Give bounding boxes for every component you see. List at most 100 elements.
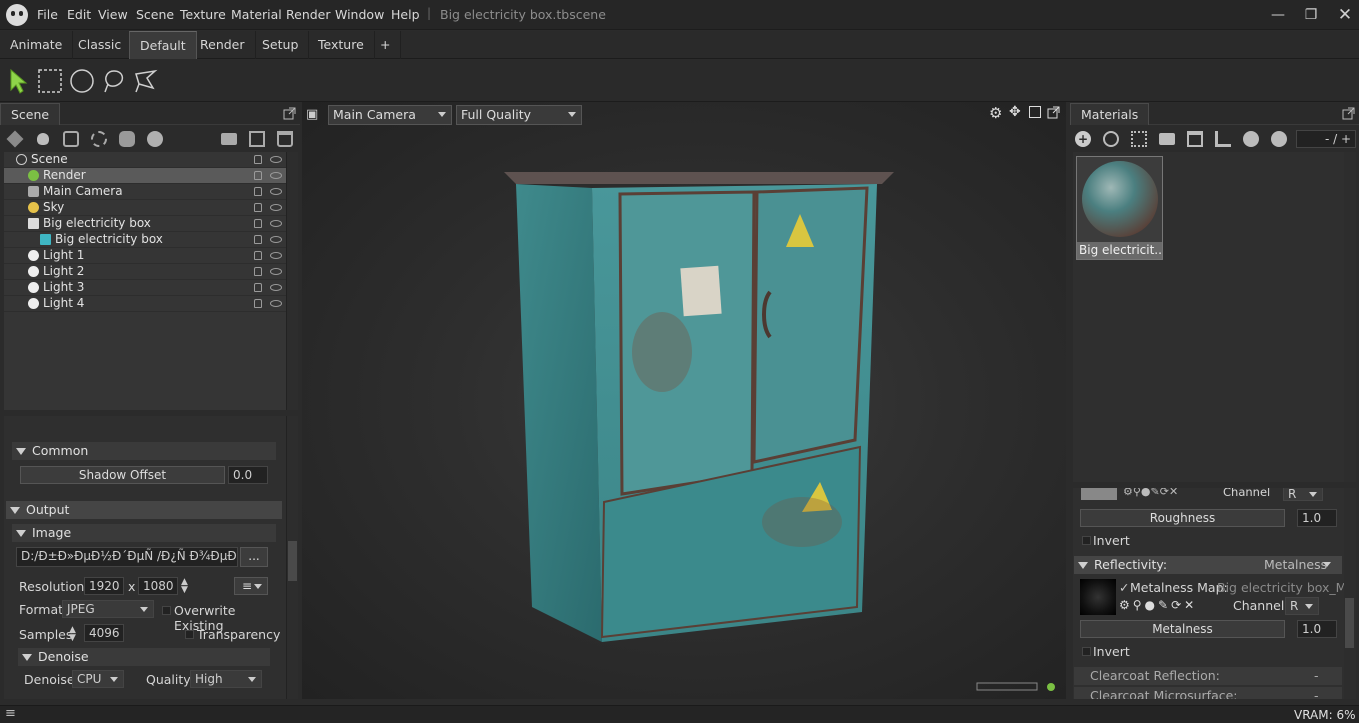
menu-scene[interactable]: Scene bbox=[136, 7, 174, 22]
format-dropdown[interactable]: JPEG bbox=[62, 600, 154, 618]
transparency-checkbox[interactable] bbox=[185, 630, 194, 639]
metalness-field[interactable]: 1.0 bbox=[1297, 620, 1337, 638]
lock-icon[interactable] bbox=[254, 299, 262, 308]
menu-render[interactable]: Render bbox=[286, 7, 331, 22]
tab-default[interactable]: Default bbox=[129, 31, 197, 59]
materials-title[interactable]: Materials bbox=[1070, 103, 1150, 125]
roughness-slider[interactable]: Roughness bbox=[1080, 509, 1285, 527]
eye-icon[interactable] bbox=[270, 284, 282, 291]
menu-material[interactable]: Material bbox=[231, 7, 282, 22]
duplicate-icon[interactable] bbox=[249, 131, 265, 147]
eye-icon[interactable] bbox=[270, 220, 282, 227]
material-thumbnail[interactable]: Big electricit... bbox=[1076, 156, 1163, 260]
rect-select-icon[interactable] bbox=[37, 68, 63, 94]
reflectivity-mode-dropdown[interactable]: Metalness bbox=[1264, 556, 1336, 574]
map-tools-icon[interactable]: ⚙⚲●✎⟳✕ bbox=[1123, 488, 1178, 498]
add-shape-icon[interactable] bbox=[119, 131, 135, 147]
eye-icon[interactable] bbox=[270, 252, 282, 259]
invert-checkbox-2[interactable] bbox=[1082, 647, 1091, 656]
menu-window[interactable]: Window bbox=[335, 7, 384, 22]
polygon-select-icon[interactable] bbox=[133, 68, 159, 94]
section-denoise[interactable]: Denoise bbox=[18, 648, 270, 666]
minimize-icon[interactable]: — bbox=[1263, 4, 1293, 26]
samples-field[interactable]: 4096 bbox=[84, 624, 124, 642]
lock-icon[interactable] bbox=[254, 267, 262, 276]
scroll-thumb[interactable] bbox=[288, 541, 297, 581]
lasso-select-icon[interactable] bbox=[101, 68, 127, 94]
tab-setup[interactable]: Setup bbox=[252, 31, 310, 59]
popout-icon[interactable] bbox=[1342, 107, 1355, 120]
tree-row-main-camera[interactable]: Main Camera bbox=[4, 184, 286, 200]
section-clearcoat-reflection[interactable]: Clearcoat Reflection: - bbox=[1074, 667, 1342, 685]
tab-classic[interactable]: Classic bbox=[68, 31, 133, 59]
material-counter[interactable]: - / + bbox=[1296, 130, 1356, 148]
properties-scrollbar[interactable] bbox=[286, 416, 298, 699]
section-clearcoat-microsurface[interactable]: Clearcoat Microsurface: - bbox=[1074, 687, 1342, 699]
ellipse-select-icon[interactable] bbox=[69, 68, 95, 94]
eye-icon[interactable] bbox=[270, 236, 282, 243]
add-material-icon[interactable]: + bbox=[1075, 131, 1091, 147]
eye-icon[interactable] bbox=[270, 188, 282, 195]
frame-icon[interactable] bbox=[1029, 106, 1041, 118]
resolution-preset-dropdown[interactable]: ≡ bbox=[234, 577, 268, 595]
resolution-stepper-icon[interactable]: ▲ ▼ bbox=[181, 578, 188, 595]
shadow-offset-slider[interactable]: Shadow Offset bbox=[20, 466, 225, 484]
output-path-field[interactable]: D:/Ð±Ð»ÐµÐ½Ð´ÐµÑ /Ð¿Ñ Ð¾ÐµÐºÑ bbox=[16, 547, 238, 567]
tree-row-light-2[interactable]: Light 2 bbox=[4, 264, 286, 280]
lock-icon[interactable] bbox=[254, 235, 262, 244]
app-logo-icon[interactable] bbox=[6, 4, 28, 26]
add-material-icon[interactable] bbox=[147, 131, 163, 147]
eye-icon[interactable] bbox=[270, 204, 282, 211]
roughness-map-thumb[interactable] bbox=[1081, 488, 1117, 500]
samples-stepper-icon[interactable]: ▲ ▼ bbox=[69, 626, 76, 643]
scroll-thumb[interactable] bbox=[1345, 598, 1354, 648]
map-tools-icon[interactable]: ⚙⚲●✎⟳✕ bbox=[1119, 598, 1197, 612]
export-icon[interactable] bbox=[1271, 131, 1287, 147]
tree-row-render[interactable]: Render bbox=[4, 168, 286, 184]
folder-icon[interactable] bbox=[221, 133, 237, 145]
channel-dropdown-top[interactable]: R bbox=[1283, 488, 1323, 501]
duplicate-material-icon[interactable] bbox=[1103, 131, 1119, 147]
eye-icon[interactable] bbox=[270, 156, 282, 163]
select-arrow-icon[interactable] bbox=[6, 68, 32, 94]
delete-icon[interactable] bbox=[277, 131, 293, 147]
tab-add[interactable]: + bbox=[370, 31, 402, 59]
checker-icon[interactable] bbox=[1131, 131, 1147, 147]
menu-texture[interactable]: Texture bbox=[180, 7, 226, 22]
lock-icon[interactable] bbox=[254, 155, 262, 164]
add-object-icon[interactable] bbox=[6, 130, 24, 148]
popout-icon[interactable] bbox=[283, 107, 296, 120]
tree-row-light-3[interactable]: Light 3 bbox=[4, 280, 286, 296]
properties-scrollbar-right[interactable] bbox=[1344, 488, 1356, 699]
eye-icon[interactable] bbox=[270, 268, 282, 275]
tree-row-sky[interactable]: Sky bbox=[4, 200, 286, 216]
tree-row-mesh[interactable]: Big electricity box bbox=[4, 216, 286, 232]
scene-tree-scrollbar[interactable] bbox=[286, 152, 298, 410]
section-reflectivity[interactable]: Reflectivity: Metalness bbox=[1074, 556, 1342, 574]
apply-icon[interactable] bbox=[1243, 131, 1259, 147]
move-icon[interactable]: ✥ bbox=[1009, 104, 1021, 120]
section-common[interactable]: Common bbox=[12, 442, 276, 460]
lock-icon[interactable] bbox=[254, 219, 262, 228]
lock-icon[interactable] bbox=[254, 283, 262, 292]
menu-file[interactable]: File bbox=[37, 7, 58, 22]
add-sky-icon[interactable] bbox=[91, 131, 107, 147]
metalness-slider[interactable]: Metalness bbox=[1080, 620, 1285, 638]
camera-icon[interactable]: ▣ bbox=[306, 105, 326, 125]
3d-viewport[interactable] bbox=[302, 102, 1066, 699]
shadow-offset-field[interactable]: 0.0 bbox=[228, 466, 268, 484]
overwrite-checkbox[interactable] bbox=[162, 606, 171, 615]
channel-dropdown[interactable]: R bbox=[1285, 597, 1319, 615]
lock-icon[interactable] bbox=[254, 171, 262, 180]
lock-icon[interactable] bbox=[254, 251, 262, 260]
tree-row-scene[interactable]: Scene bbox=[4, 152, 286, 168]
log-menu-icon[interactable]: ≡ bbox=[5, 706, 16, 721]
section-output[interactable]: Output bbox=[6, 501, 282, 519]
quality-mode-dropdown[interactable]: Full Quality bbox=[456, 105, 582, 125]
lock-icon[interactable] bbox=[254, 203, 262, 212]
quality-dropdown[interactable]: High bbox=[190, 670, 262, 688]
lock-icon[interactable] bbox=[254, 187, 262, 196]
roughness-field[interactable]: 1.0 bbox=[1297, 509, 1337, 527]
viewport-settings-gear-icon[interactable]: ⚙ bbox=[989, 104, 1002, 122]
maximize-icon[interactable]: ❐ bbox=[1296, 4, 1326, 26]
